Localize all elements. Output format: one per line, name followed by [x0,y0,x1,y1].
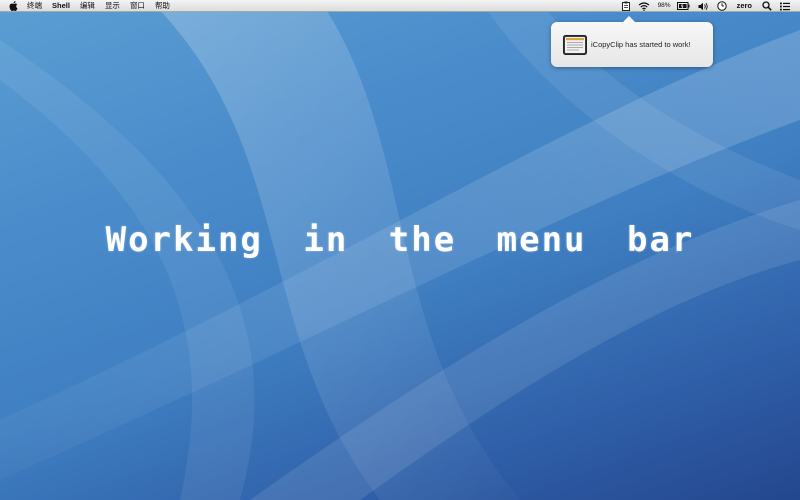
desktop: 终端 Shell 编辑 显示 窗口 帮助 98% zero iCopyClip … [0,0,800,500]
menu-item-view[interactable]: 显示 [100,0,125,12]
clock-icon[interactable] [713,0,731,12]
wifi-icon[interactable] [634,0,654,12]
notification-list-icon[interactable] [776,0,794,12]
menu-bar: 终端 Shell 编辑 显示 窗口 帮助 98% zero [0,0,800,12]
clipboard-icon[interactable] [618,0,634,12]
headline-text: Working in the menu bar [105,220,695,260]
apple-logo-icon[interactable] [4,0,22,12]
menu-item-shell[interactable]: Shell [47,0,75,12]
battery-icon[interactable] [673,0,694,12]
notification-message: iCopyClip has started to work! [591,40,691,49]
search-icon[interactable] [758,0,776,12]
battery-percent[interactable]: 98% [654,0,673,12]
notification-bubble[interactable]: iCopyClip has started to work! [551,16,713,67]
user-name[interactable]: zero [731,0,758,12]
menu-item-help[interactable]: 帮助 [150,0,175,12]
menu-item-edit[interactable]: 编辑 [75,0,100,12]
menu-item-window[interactable]: 窗口 [125,0,150,12]
menu-item-terminal[interactable]: 终端 [22,0,47,12]
icopyclip-app-icon [563,34,587,55]
volume-icon[interactable] [694,0,713,12]
